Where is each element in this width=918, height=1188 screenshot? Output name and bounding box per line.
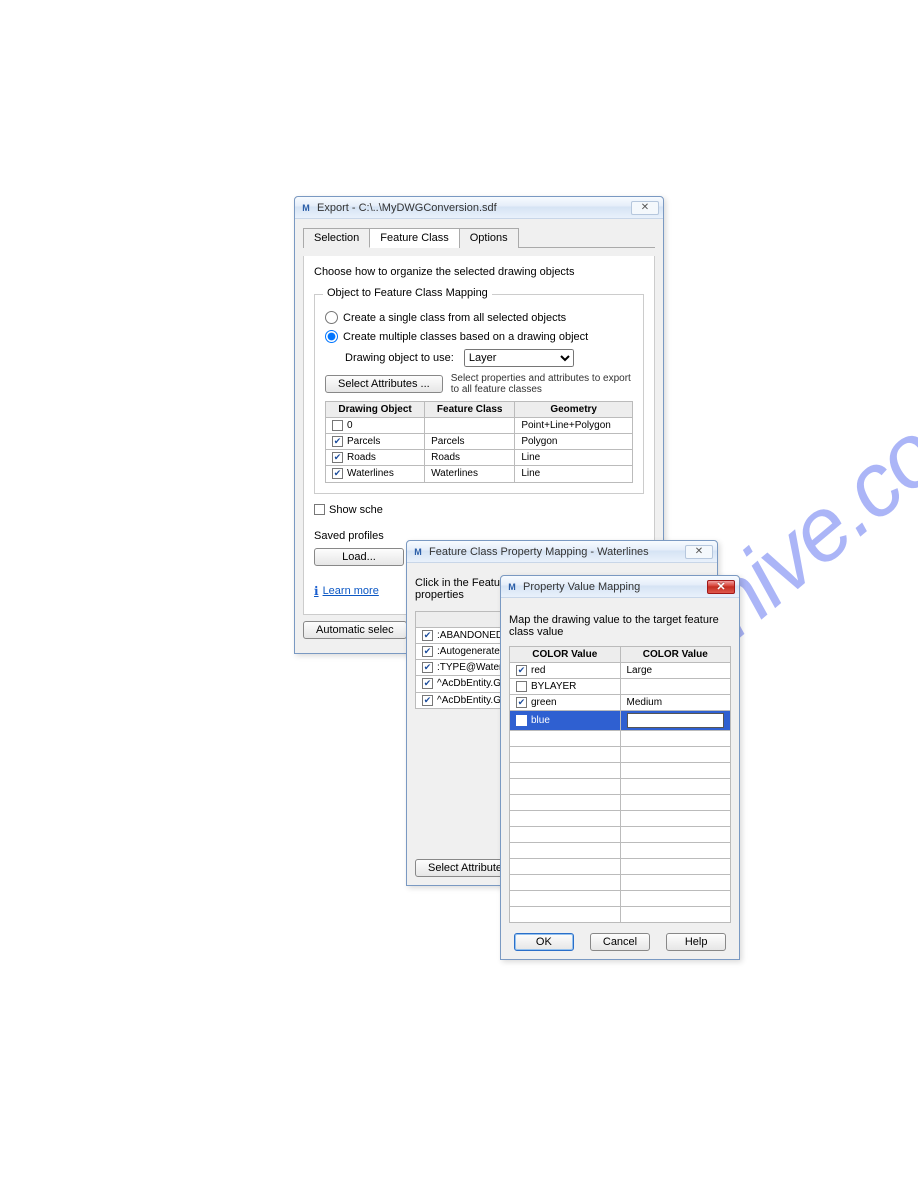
- show-schema-checkbox[interactable]: [314, 504, 325, 515]
- export-intro: Choose how to organize the selected draw…: [314, 266, 644, 278]
- table-row: [510, 859, 731, 875]
- pv-table[interactable]: COLOR Value COLOR Value redLargeBYLAYERg…: [509, 646, 731, 923]
- row-checkbox[interactable]: [332, 452, 343, 463]
- app-icon: M: [411, 545, 425, 559]
- table-row[interactable]: ParcelsParcelsPolygon: [326, 434, 633, 450]
- app-icon: M: [299, 201, 313, 215]
- row-checkbox[interactable]: [422, 662, 433, 673]
- tab-selection[interactable]: Selection: [303, 228, 370, 248]
- pv-titlebar[interactable]: M Property Value Mapping ✕: [501, 576, 739, 598]
- app-icon: M: [505, 580, 519, 594]
- table-row[interactable]: greenMedium: [510, 695, 731, 711]
- saved-profiles-label: Saved profiles: [314, 530, 384, 542]
- help-button[interactable]: Help: [666, 933, 726, 951]
- col-drawing-object: Drawing Object: [326, 402, 425, 418]
- row-checkbox[interactable]: [332, 420, 343, 431]
- fc-titlebar[interactable]: M Feature Class Property Mapping - Water…: [407, 541, 717, 563]
- fc-title: Feature Class Property Mapping - Waterli…: [429, 546, 685, 558]
- radio-multiple-label: Create multiple classes based on a drawi…: [343, 331, 588, 343]
- pv-col1: COLOR Value: [510, 647, 621, 663]
- table-row[interactable]: RoadsRoadsLine: [326, 450, 633, 466]
- close-icon[interactable]: ✕: [685, 545, 713, 559]
- row-checkbox[interactable]: [516, 665, 527, 676]
- table-row[interactable]: 0Point+Line+Polygon: [326, 418, 633, 434]
- table-row: [510, 811, 731, 827]
- show-schema-label: Show sche: [329, 504, 383, 516]
- row-checkbox[interactable]: [422, 646, 433, 657]
- value-input[interactable]: Small|: [627, 713, 725, 728]
- close-icon[interactable]: ✕: [707, 580, 735, 594]
- tab-feature-class[interactable]: Feature Class: [369, 228, 459, 248]
- table-row: [510, 747, 731, 763]
- row-checkbox[interactable]: [332, 436, 343, 447]
- load-button[interactable]: Load...: [314, 548, 404, 566]
- table-row: [510, 763, 731, 779]
- table-row: [510, 795, 731, 811]
- col-feature-class: Feature Class: [425, 402, 515, 418]
- pv-col2: COLOR Value: [620, 647, 731, 663]
- pv-mapping-dialog: M Property Value Mapping ✕ Map the drawi…: [500, 575, 740, 960]
- table-row: [510, 843, 731, 859]
- row-checkbox[interactable]: [422, 678, 433, 689]
- row-checkbox[interactable]: [332, 468, 343, 479]
- row-checkbox[interactable]: [516, 681, 527, 692]
- table-row: [510, 827, 731, 843]
- table-row: [510, 907, 731, 923]
- row-checkbox[interactable]: [516, 697, 527, 708]
- cancel-button[interactable]: Cancel: [590, 933, 650, 951]
- export-tabs: Selection Feature Class Options: [303, 227, 655, 248]
- pv-title: Property Value Mapping: [523, 581, 707, 593]
- table-row: [510, 891, 731, 907]
- close-icon[interactable]: ✕: [631, 201, 659, 215]
- table-row: [510, 875, 731, 891]
- learn-more-link[interactable]: Learn more: [314, 584, 379, 598]
- table-row: [510, 731, 731, 747]
- automatic-select-button[interactable]: Automatic selec: [303, 621, 407, 639]
- row-checkbox[interactable]: [422, 630, 433, 641]
- table-row: [510, 779, 731, 795]
- radio-single-class[interactable]: [325, 311, 338, 324]
- tab-options[interactable]: Options: [459, 228, 519, 248]
- table-row[interactable]: BYLAYER: [510, 679, 731, 695]
- table-row[interactable]: redLarge: [510, 663, 731, 679]
- col-geometry: Geometry: [515, 402, 633, 418]
- row-checkbox[interactable]: [422, 695, 433, 706]
- pv-intro: Map the drawing value to the target feat…: [509, 614, 731, 638]
- drawing-object-label: Drawing object to use:: [345, 352, 454, 364]
- table-row[interactable]: WaterlinesWaterlinesLine: [326, 466, 633, 482]
- row-checkbox[interactable]: [516, 715, 527, 726]
- radio-multiple-classes[interactable]: [325, 330, 338, 343]
- table-row[interactable]: blueSmall|: [510, 711, 731, 731]
- mapping-table[interactable]: Drawing Object Feature Class Geometry 0P…: [325, 401, 633, 483]
- mapping-group-label: Object to Feature Class Mapping: [323, 287, 492, 299]
- radio-single-label: Create a single class from all selected …: [343, 312, 566, 324]
- ok-button[interactable]: OK: [514, 933, 574, 951]
- export-titlebar[interactable]: M Export - C:\..\MyDWGConversion.sdf ✕: [295, 197, 663, 219]
- export-title: Export - C:\..\MyDWGConversion.sdf: [317, 202, 631, 214]
- drawing-object-select[interactable]: Layer: [464, 349, 574, 367]
- attrs-hint: Select properties and attributes to expo…: [451, 373, 633, 395]
- select-attributes-button[interactable]: Select Attributes ...: [325, 375, 443, 393]
